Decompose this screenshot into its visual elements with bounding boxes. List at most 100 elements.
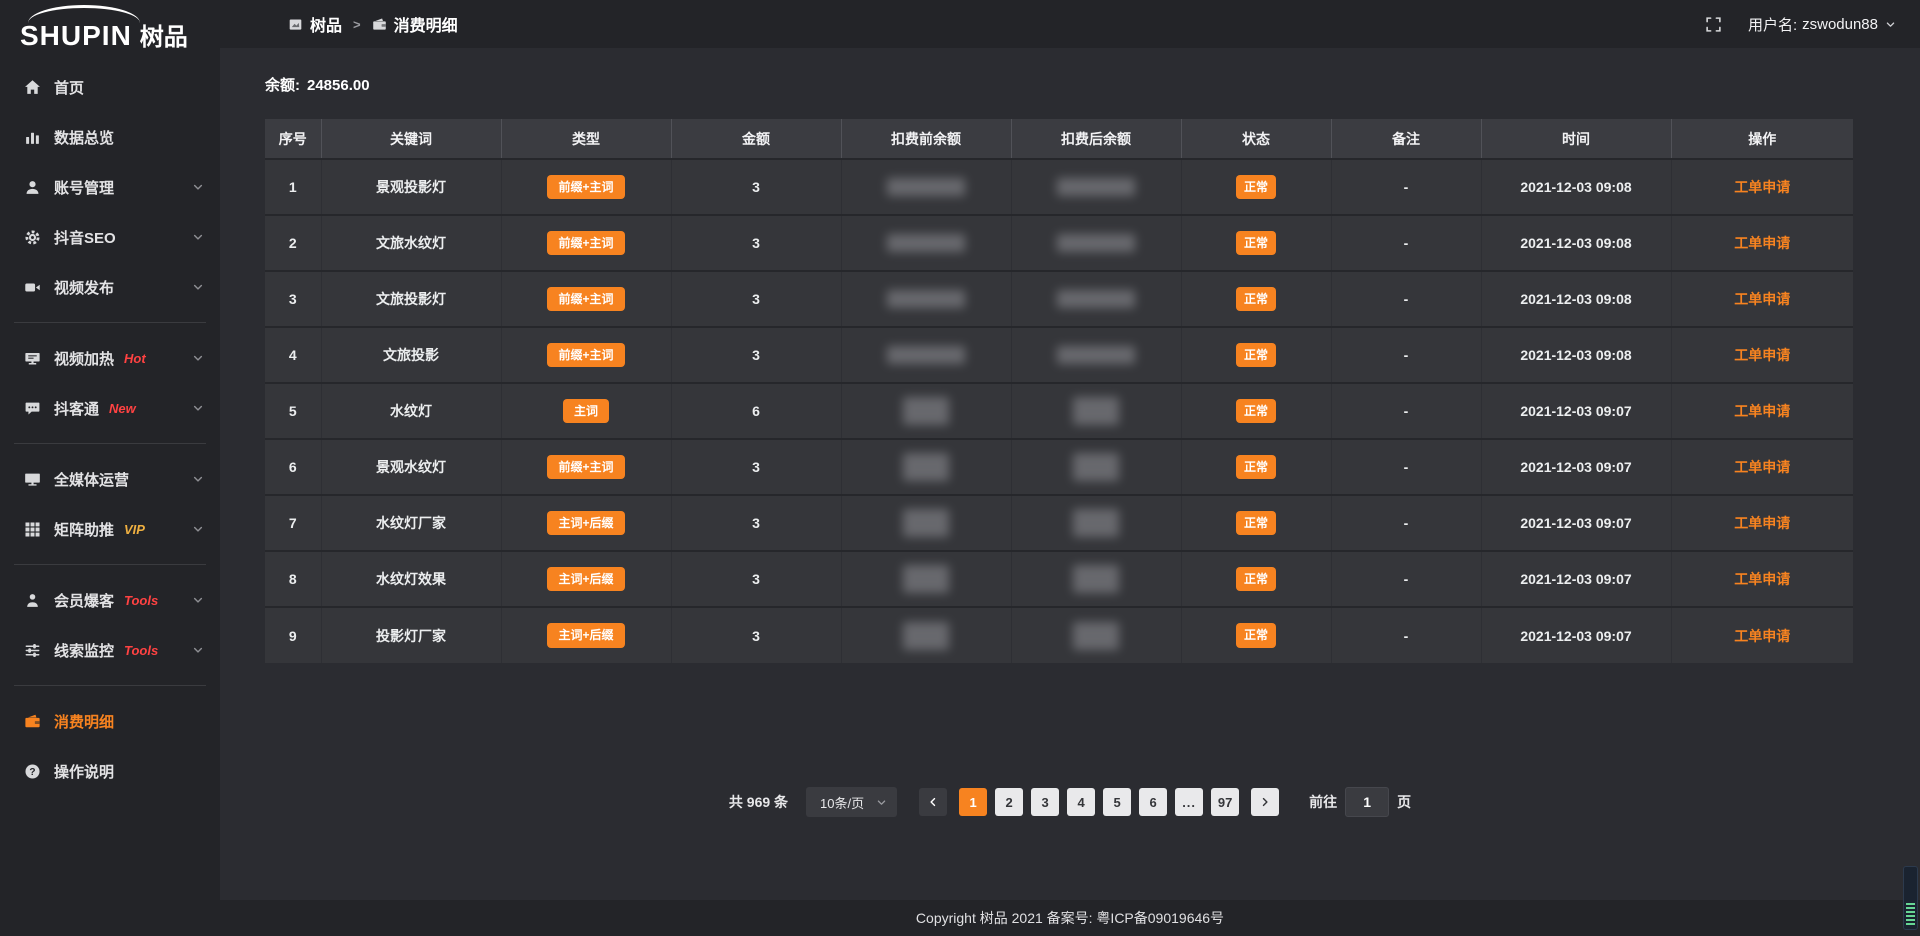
sidebar-item-video-heating[interactable]: 视频加热Hot xyxy=(0,333,220,383)
type-badge: 前缀+主词 xyxy=(547,287,624,311)
prev-page-button[interactable] xyxy=(919,788,947,816)
page-button-6[interactable]: 6 xyxy=(1139,788,1167,816)
sidebar-item-label: 抖客通 xyxy=(54,398,99,419)
sidebar-item-douketong[interactable]: 抖客通New xyxy=(0,383,220,433)
user-icon xyxy=(24,179,41,196)
user-menu[interactable]: 用户名: zswodun88 xyxy=(1748,14,1896,35)
breadcrumb-label: 消费明细 xyxy=(394,12,458,36)
cell-status: 正常 xyxy=(1181,215,1331,271)
meter-bar xyxy=(1906,919,1915,921)
cell-action: 工单申请 xyxy=(1671,383,1853,439)
monitor-icon xyxy=(24,471,41,488)
cell-action: 工单申请 xyxy=(1671,327,1853,383)
page-button-4[interactable]: 4 xyxy=(1067,788,1095,816)
cell-type: 前缀+主词 xyxy=(501,271,671,327)
sidebar-item-video-publish[interactable]: 视频发布 xyxy=(0,262,220,312)
masked-balance xyxy=(1073,453,1119,481)
masked-balance xyxy=(903,622,949,650)
cell-type: 前缀+主词 xyxy=(501,327,671,383)
svg-text:?: ? xyxy=(29,766,35,777)
cell-status: 正常 xyxy=(1181,159,1331,215)
sidebar-item-data-overview[interactable]: 数据总览 xyxy=(0,112,220,162)
cell-index: 3 xyxy=(265,271,321,327)
page-button-3[interactable]: 3 xyxy=(1031,788,1059,816)
cell-status: 正常 xyxy=(1181,439,1331,495)
goto-label: 前往 xyxy=(1309,792,1337,812)
next-page-button[interactable] xyxy=(1251,788,1279,816)
page-button-97[interactable]: 97 xyxy=(1211,788,1239,816)
cell-time: 2021-12-03 09:07 xyxy=(1481,383,1671,439)
masked-balance xyxy=(887,234,965,252)
masked-balance xyxy=(1057,290,1135,308)
column-header: 类型 xyxy=(501,119,671,159)
sidebar-item-tag: Tools xyxy=(124,593,158,608)
cell-post-balance xyxy=(1011,327,1181,383)
breadcrumb-item-current[interactable]: 消费明细 xyxy=(372,12,458,36)
sidebar-item-all-media-operation[interactable]: 全媒体运营 xyxy=(0,454,220,504)
status-badge: 正常 xyxy=(1236,623,1276,647)
cell-amount: 3 xyxy=(671,439,841,495)
status-badge: 正常 xyxy=(1236,567,1276,591)
cell-type: 前缀+主词 xyxy=(501,159,671,215)
page-button-5[interactable]: 5 xyxy=(1103,788,1131,816)
sidebar-item-member-burst[interactable]: 会员爆客Tools xyxy=(0,575,220,625)
work-order-link[interactable]: 工单申请 xyxy=(1734,628,1790,644)
panel-icon xyxy=(288,17,303,32)
cell-post-balance xyxy=(1011,159,1181,215)
chevron-down-icon xyxy=(192,644,204,656)
cell-type: 主词+后缀 xyxy=(501,551,671,607)
overlay-meter-widget[interactable] xyxy=(1903,866,1918,930)
fullscreen-icon[interactable] xyxy=(1705,16,1722,33)
member-icon xyxy=(24,592,41,609)
page-button-1[interactable]: 1 xyxy=(959,788,987,816)
cell-status: 正常 xyxy=(1181,271,1331,327)
masked-balance xyxy=(903,565,949,593)
page-size-select[interactable]: 10条/页 xyxy=(806,787,897,817)
username-value: zswodun88 xyxy=(1802,16,1878,33)
sidebar-item-matrix-boost[interactable]: 矩阵助推VIP xyxy=(0,504,220,554)
sidebar-menu: 首页数据总览账号管理抖音SEO视频发布视频加热Hot抖客通New 全媒体运营矩阵助… xyxy=(0,62,220,796)
goto-page-input[interactable] xyxy=(1345,787,1389,817)
cell-amount: 6 xyxy=(671,383,841,439)
sidebar-item-clue-monitor[interactable]: 线索监控Tools xyxy=(0,625,220,675)
cell-post-balance xyxy=(1011,383,1181,439)
work-order-link[interactable]: 工单申请 xyxy=(1734,347,1790,363)
sidebar-item-label: 全媒体运营 xyxy=(54,469,129,490)
column-header: 时间 xyxy=(1481,119,1671,159)
table-row: 6景观水纹灯前缀+主词3正常-2021-12-03 09:07工单申请 xyxy=(265,439,1853,495)
work-order-link[interactable]: 工单申请 xyxy=(1734,179,1790,195)
work-order-link[interactable]: 工单申请 xyxy=(1734,403,1790,419)
cell-keyword: 投影灯厂家 xyxy=(321,607,501,663)
footer: Copyright 树品 2021 备案号: 粤ICP备09019646号 xyxy=(220,900,1920,936)
status-badge: 正常 xyxy=(1236,511,1276,535)
top-bar: 树品 > 消费明细 用户名: zswodun88 xyxy=(220,0,1920,48)
table-row: 9投影灯厂家主词+后缀3正常-2021-12-03 09:07工单申请 xyxy=(265,607,1853,663)
ellipsis-page-button[interactable]: ... xyxy=(1175,788,1203,816)
type-badge: 主词+后缀 xyxy=(547,511,624,535)
cell-pre-balance xyxy=(841,159,1011,215)
sidebar-item-consumption-detail[interactable]: 消费明细 xyxy=(0,696,220,746)
masked-balance xyxy=(1073,565,1119,593)
masked-balance xyxy=(1057,234,1135,252)
cell-amount: 3 xyxy=(671,215,841,271)
page-button-2[interactable]: 2 xyxy=(995,788,1023,816)
breadcrumb-item-home[interactable]: 树品 xyxy=(288,12,342,36)
sidebar-item-account-management[interactable]: 账号管理 xyxy=(0,162,220,212)
sidebar-item-home[interactable]: 首页 xyxy=(0,62,220,112)
balance-label: 余额: xyxy=(265,77,300,94)
chevron-down-icon xyxy=(192,402,204,414)
logo-text-en: SHUPIN xyxy=(20,20,132,52)
sidebar-item-instructions[interactable]: ?操作说明 xyxy=(0,746,220,796)
sidebar-item-douyin-seo[interactable]: 抖音SEO xyxy=(0,212,220,262)
work-order-link[interactable]: 工单申请 xyxy=(1734,459,1790,475)
cell-remark: - xyxy=(1331,159,1481,215)
work-order-link[interactable]: 工单申请 xyxy=(1734,291,1790,307)
work-order-link[interactable]: 工单申请 xyxy=(1734,235,1790,251)
work-order-link[interactable]: 工单申请 xyxy=(1734,515,1790,531)
sidebar-item-label: 消费明细 xyxy=(54,711,114,732)
work-order-link[interactable]: 工单申请 xyxy=(1734,571,1790,587)
chevron-down-icon xyxy=(192,281,204,293)
masked-balance xyxy=(887,290,965,308)
cell-post-balance xyxy=(1011,439,1181,495)
cell-type: 前缀+主词 xyxy=(501,439,671,495)
